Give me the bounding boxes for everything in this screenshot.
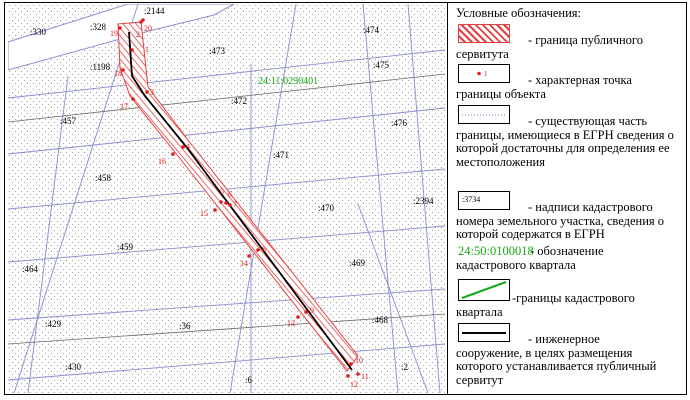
legend-text: квартала (456, 304, 503, 319)
point-label: 6 (228, 190, 232, 199)
parcel-label: :459 (117, 242, 134, 252)
point-symbol-label: 1 (484, 70, 488, 78)
legend-text: номера земельного участка, сведения о ко… (456, 213, 665, 241)
quarter-label: 24:11:0290401 (258, 76, 318, 87)
point-marker (247, 254, 251, 258)
legend-text: сооружение, в целях размещения которого … (456, 345, 657, 387)
map-canvas: :328 :2144 :330 :473 :474 :1198 :475 :47… (8, 4, 445, 393)
parcel-label: :2144 (144, 6, 165, 16)
parcel-label: :6 (245, 375, 253, 385)
point-marker (304, 310, 308, 314)
point-label: 2 (136, 30, 140, 39)
legend-item-quarter-boundary: -границы кадастрового квартала (456, 279, 682, 319)
parcel-label: :330 (30, 27, 47, 37)
point-marker (349, 362, 353, 366)
point-marker (171, 152, 175, 156)
point-marker (145, 90, 149, 94)
point-label: 12 (350, 380, 358, 389)
legend-text: сервитута (456, 46, 509, 61)
black-line-symbol (458, 323, 510, 342)
parcel-label: :475 (373, 60, 390, 70)
point-marker (141, 18, 145, 22)
hatch-symbol (458, 24, 510, 43)
parcel-label: :469 (349, 258, 366, 268)
point-marker (228, 203, 232, 207)
parcel-label: :468 (372, 315, 389, 325)
parcel-label: :458 (95, 173, 112, 183)
legend-item-engineering-structure: - инженерное сооружение, в целях размеще… (456, 323, 682, 387)
legend-item-cadastral-number: :3734 - надписи кадастрового номера земе… (456, 191, 682, 242)
legend-text: - обозначение (530, 244, 604, 258)
point-marker (356, 372, 360, 376)
legend-text: границы, имеющиеся в ЕГРН сведения о кот… (456, 127, 674, 169)
point-marker (213, 208, 217, 212)
point-marker (224, 201, 228, 205)
point-marker (296, 315, 300, 319)
legend-text: границы объекта (456, 86, 546, 101)
point-label: 16 (158, 157, 166, 166)
legend-text: - надписи кадастрового (528, 200, 653, 214)
point-label: 14 (240, 259, 248, 268)
point-marker (346, 374, 350, 378)
legend-text: -границы кадастрового (512, 291, 635, 305)
legend-text: - существующая часть (528, 114, 648, 128)
parcel-label: :470 (318, 203, 335, 213)
legend-item-existing-boundary: - существующая часть границы, имеющиеся … (456, 105, 682, 169)
point-label: 3 (150, 88, 154, 97)
parcel-label: :2394 (413, 196, 434, 206)
parcel-label: :429 (45, 319, 62, 329)
legend-item-quarter-designation: 24:50:0100018- обозначение кадастрового … (456, 244, 682, 272)
panel-divider (447, 2, 448, 395)
point-label: 18 (114, 69, 122, 78)
legend-item-characteristic-point: 1 - характерная точка границы объекта (456, 64, 682, 101)
point-marker (130, 48, 134, 52)
point-label: 17 (120, 102, 128, 111)
parcel-label: :473 (209, 46, 226, 56)
point-label: 8 (262, 245, 266, 254)
point-label: 20 (144, 24, 152, 33)
quarter-example: 24:50:0100018 (458, 244, 534, 258)
legend-text: - граница публичного (528, 33, 643, 47)
parcel-label: :1198 (90, 62, 111, 72)
point-label: 5 (220, 187, 224, 196)
legend-text: - инженерное (528, 332, 600, 346)
legend-text: - характерная точка (528, 73, 632, 87)
point-label: 15 (200, 209, 208, 218)
point-marker (219, 200, 223, 204)
parcel-label: :474 (363, 25, 380, 35)
dotted-line-symbol (458, 105, 510, 124)
point-label: 4 (186, 142, 190, 151)
parcel-label: :472 (231, 96, 247, 106)
number-symbol-label: :3734 (462, 195, 481, 204)
point-symbol: 1 (458, 64, 510, 83)
legend-title: Условные обозначения: (456, 6, 582, 20)
parcel-label: :471 (273, 150, 289, 160)
point-marker (181, 145, 185, 149)
point-label: 13 (287, 319, 295, 328)
point-marker (118, 26, 122, 30)
point-label: 19 (110, 29, 118, 38)
point-marker (256, 248, 260, 252)
parcel-label: :328 (90, 22, 107, 32)
point-label: 7 (233, 200, 237, 209)
point-label: 10 (355, 356, 363, 365)
legend-panel: Условные обозначения: - граница публично… (450, 5, 682, 393)
point-label: 1 (145, 45, 149, 54)
legend-item-servitude-boundary: - граница публичного сервитута (456, 24, 682, 61)
point-label: 9 (310, 306, 314, 315)
parcel-label: :2 (401, 362, 408, 372)
map-panel: :328 :2144 :330 :473 :474 :1198 :475 :47… (8, 4, 445, 393)
parcel-label: :457 (60, 116, 77, 126)
parcel-label: :464 (22, 264, 39, 274)
parcel-label: :36 (179, 321, 191, 331)
point-label: 11 (361, 372, 369, 381)
number-symbol: :3734 (458, 191, 510, 210)
legend-text: кадастрового квартала (456, 257, 576, 272)
parcel-label: :476 (391, 118, 408, 128)
green-line-symbol (458, 279, 510, 301)
point-marker (131, 97, 135, 101)
parcel-label: :430 (65, 362, 82, 372)
